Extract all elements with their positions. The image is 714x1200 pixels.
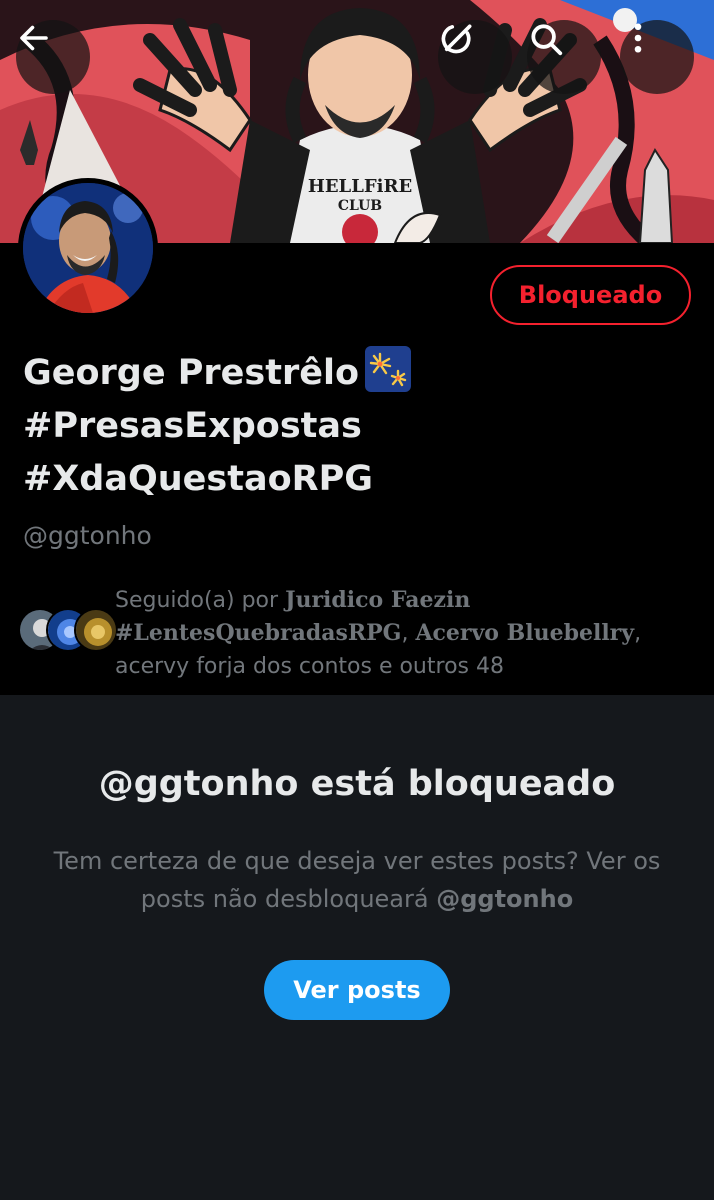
followers-text: Seguido(a) por Juridico Faezin #LentesQu… — [115, 587, 642, 679]
profile-name: George Prestrêlo #PresasExpostas #XdaQue… — [23, 346, 683, 506]
back-button[interactable] — [16, 20, 90, 94]
back-arrow-icon — [20, 25, 48, 51]
follower-avatar-3 — [74, 608, 118, 652]
blocked-description-handle: @ggtonho — [436, 885, 574, 913]
blocked-button[interactable]: Bloqueado — [490, 265, 691, 325]
profile-name-line3: #XdaQuestaoRPG — [23, 459, 373, 499]
avatar-photo — [23, 183, 153, 313]
follower-name-3: Acervo Bluebellry — [415, 620, 635, 646]
fireworks-emoji-icon — [365, 346, 412, 392]
avatar[interactable] — [18, 178, 158, 318]
search-icon — [531, 24, 563, 56]
grok-icon — [441, 24, 472, 54]
search-button[interactable] — [527, 20, 601, 94]
shirt-text-hellfire: HELLFiRE — [308, 176, 412, 197]
followers-prefix: Seguido(a) por — [115, 588, 279, 613]
grok-button[interactable] — [438, 20, 512, 94]
blocked-description: Tem certeza de que deseja ver estes post… — [40, 842, 674, 918]
follower-name-1: Juridico Faezin — [285, 587, 471, 613]
blocked-title: @ggtonho está bloqueado — [98, 764, 616, 804]
profile-name-line1: George Prestrêlo — [23, 353, 360, 393]
profile-name-line2: #PresasExpostas — [23, 406, 362, 446]
more-options-icon — [634, 23, 642, 53]
profile-handle: @ggtonho — [23, 521, 152, 550]
view-posts-button[interactable]: Ver posts — [264, 960, 450, 1020]
more-options-button[interactable] — [620, 20, 694, 94]
follower-name-2: #LentesQuebradasRPG — [115, 620, 402, 646]
shirt-text-club: CLUB — [338, 198, 382, 214]
